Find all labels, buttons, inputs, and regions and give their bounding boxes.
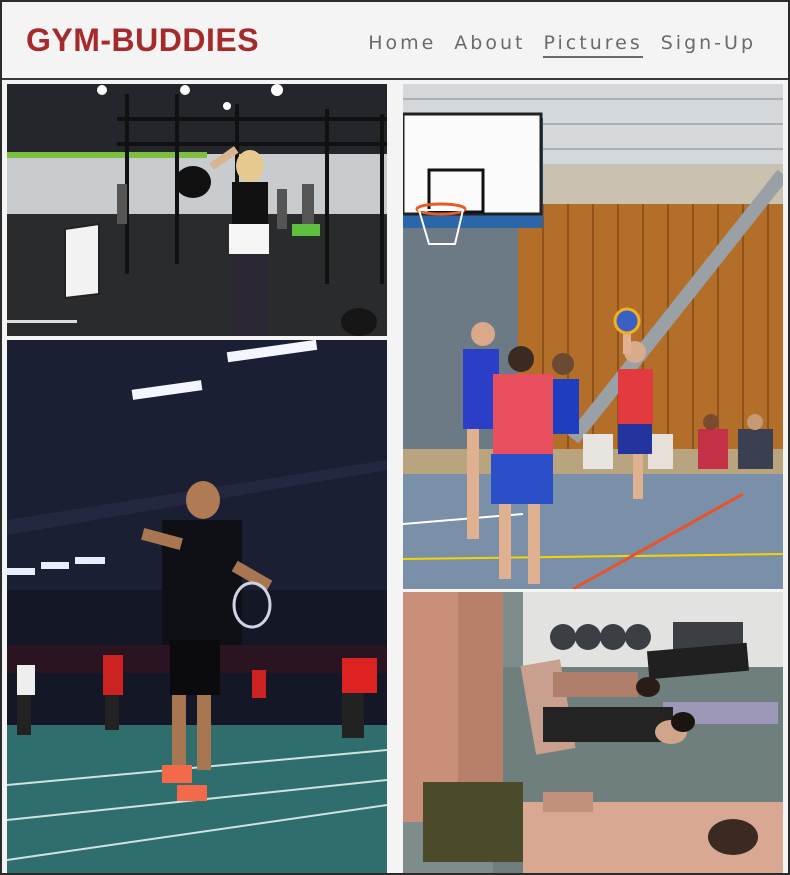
nav-about-link[interactable]: About [454,32,525,58]
site-logo[interactable]: GYM-BUDDIES [26,22,259,59]
gallery-photo-floor-stretch [403,592,783,873]
nav-signup-link[interactable]: Sign-Up [661,32,756,58]
main-nav: Home About Pictures Sign-Up [368,32,756,58]
page-frame: GYM-BUDDIES Home About Pictures Sign-Up [0,0,790,875]
gallery-photo-badminton [7,340,387,873]
nav-pictures-link[interactable]: Pictures [543,32,643,58]
gallery-photo-basketball [403,84,783,589]
nav-home-link[interactable]: Home [368,32,436,58]
site-header: GYM-BUDDIES Home About Pictures Sign-Up [2,2,788,80]
gallery-photo-gym [7,84,387,336]
